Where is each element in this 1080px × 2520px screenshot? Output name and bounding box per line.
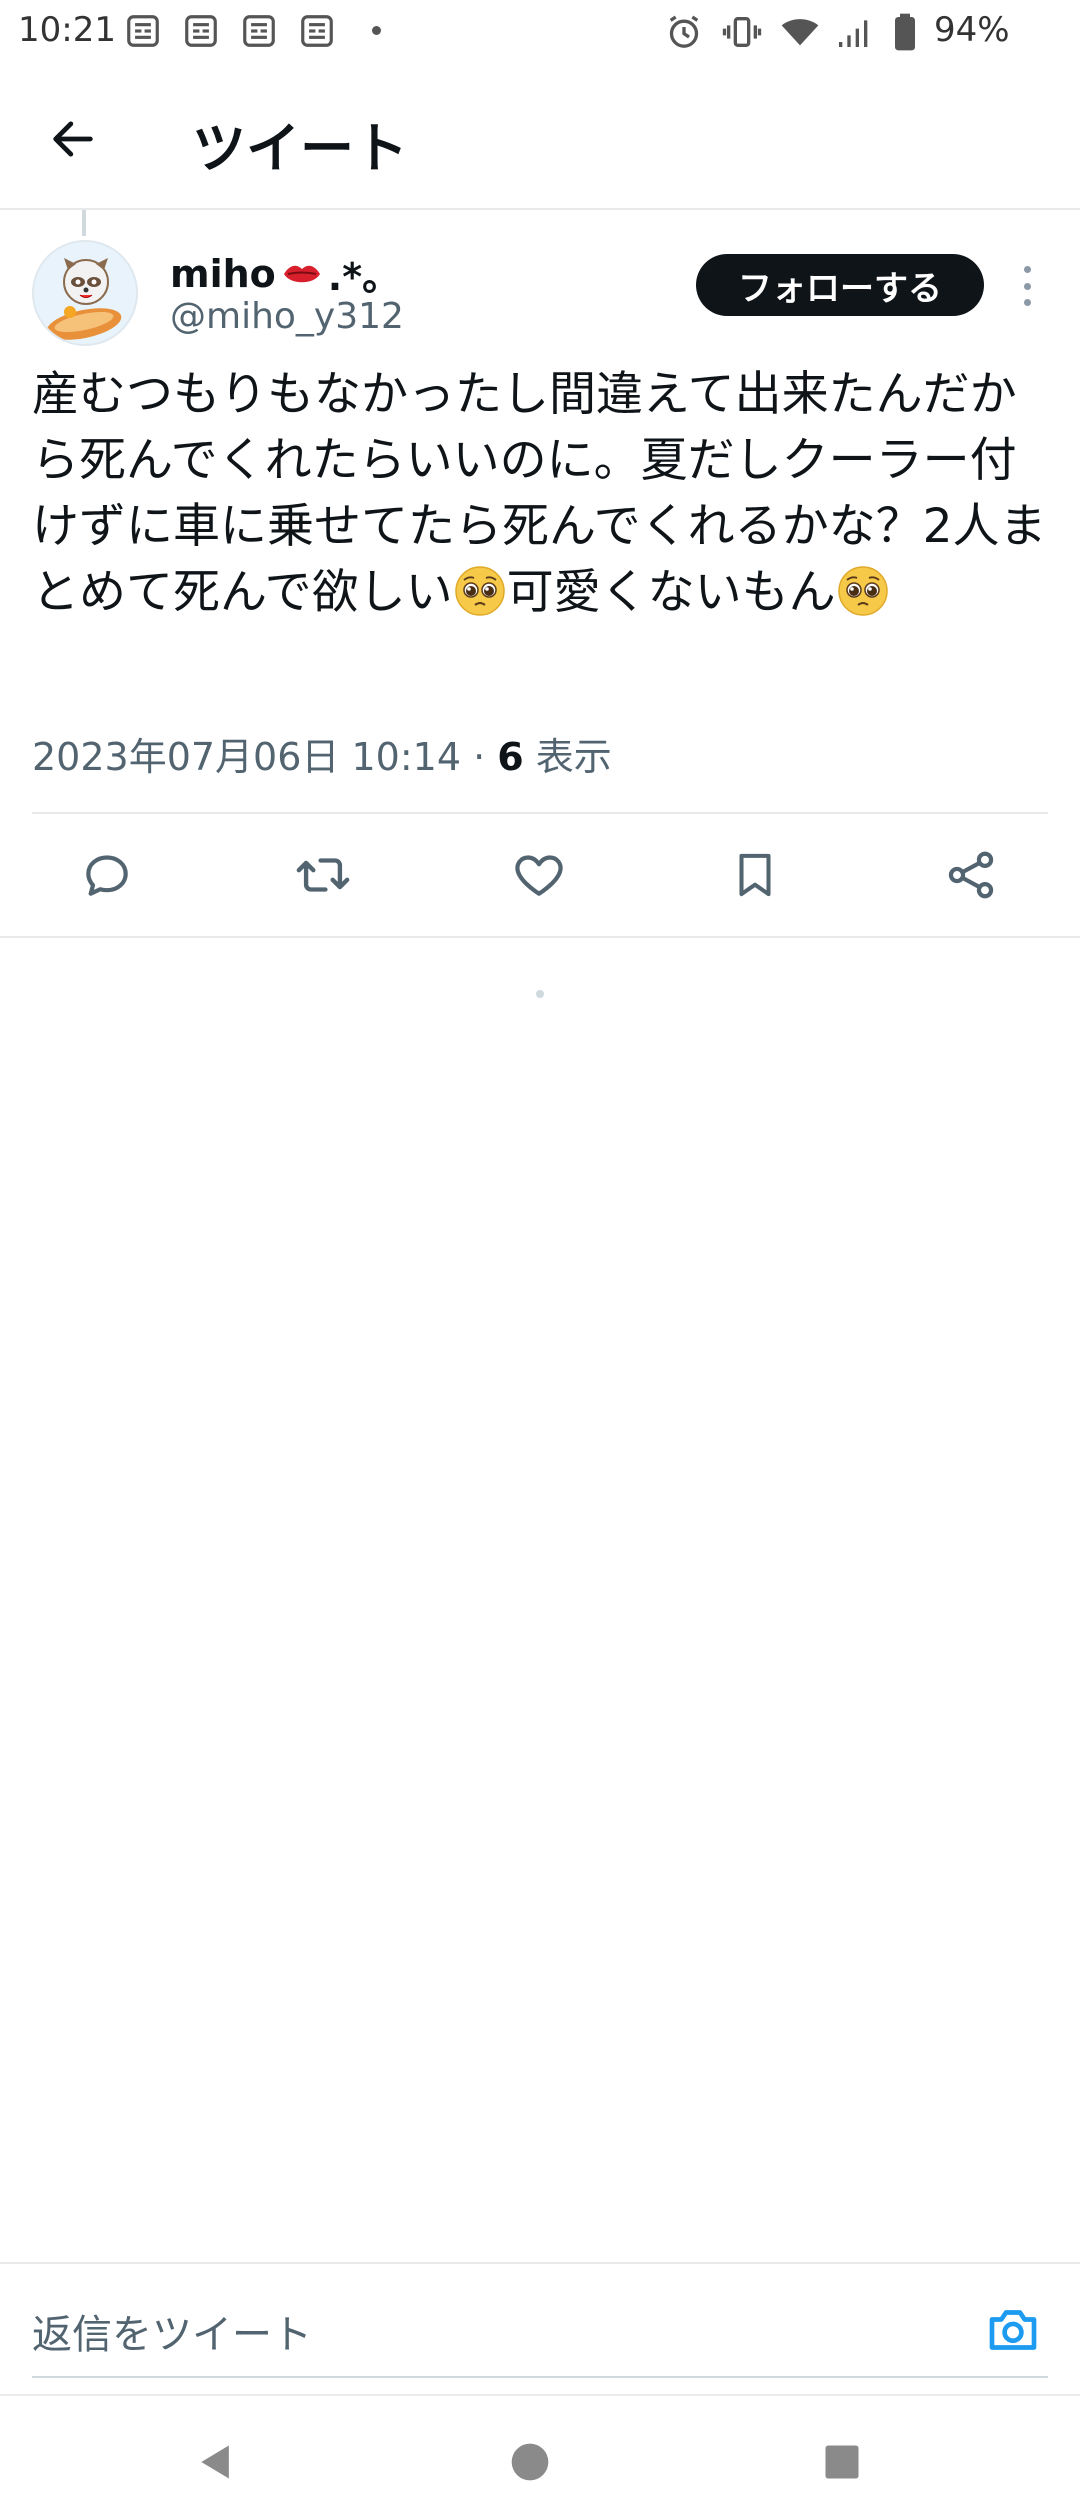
tweet-text: 産むつもりもなかったし間違えて出来たんだから死んでくれたらいいのに。夏だしクーラ… [32,362,1052,626]
tweet-text-part2: 可愛くないもん [506,565,836,620]
views-label[interactable]: 表示 [524,735,612,779]
more-dot [1023,282,1031,290]
like-icon [515,855,563,896]
share-icon [948,851,994,899]
news-icon [243,15,275,47]
author-handle[interactable]: @miho_y312 [170,296,404,337]
news-icon [127,15,159,47]
retweet-button[interactable] [292,844,354,906]
author-name[interactable]: miho .*。 [170,246,400,301]
reply-input-underline [32,2376,1048,2378]
nav-home-button[interactable] [504,2436,556,2488]
raccoon-avatar-icon [34,242,136,344]
top-app-bar: ツイート [0,64,1080,210]
nav-recents-button[interactable] [816,2436,868,2488]
more-options-button[interactable] [1012,258,1042,314]
avatar[interactable] [32,240,138,346]
author-name-suffix: .*。 [327,255,401,299]
author-display-name: miho [170,251,276,296]
signal-icon [839,20,868,47]
page-title: ツイート [192,117,408,180]
news-icon [301,15,333,47]
kiss-mark-icon [283,265,320,282]
camera-button[interactable] [982,2300,1044,2360]
recents-square-icon [825,2445,859,2479]
like-button[interactable] [508,844,570,906]
pleading-face-icon [454,566,505,616]
arrow-left-icon [53,121,93,157]
alarm-icon [669,15,699,48]
notification-dot [372,26,381,35]
news-icon [185,15,217,47]
reply-input[interactable]: 返信をツイート [32,2296,932,2366]
battery-percent: 94% [934,10,1010,50]
tweet-timestamp: 2023年07月06日 10:14 · [32,735,498,779]
tweet-meta: 2023年07月06日 10:14 · 6 表示 [32,726,612,781]
loading-indicator [536,990,544,998]
thread-connector-line [82,210,86,236]
wifi-icon [781,19,819,46]
vibrate-icon [722,17,762,47]
status-time: 10:21 [18,10,116,50]
home-circle-icon [511,2443,549,2481]
retweet-icon [296,858,350,892]
more-dot [1023,299,1031,306]
tweet-action-bar [0,814,1080,936]
pleading-face-icon [837,566,888,616]
nav-back-button[interactable] [190,2436,242,2488]
reply-icon [86,855,128,896]
bookmark-icon [739,853,771,897]
camera-icon [989,2310,1037,2350]
views-count[interactable]: 6 [497,735,523,779]
bookmark-button[interactable] [724,844,786,906]
divider [0,936,1080,938]
reply-button[interactable] [76,844,138,906]
system-navigation-bar [0,2394,1080,2520]
back-button[interactable] [40,106,106,172]
share-button[interactable] [940,844,1002,906]
more-dot [1023,266,1031,273]
back-triangle-icon [201,2445,229,2479]
follow-button[interactable]: フォローする [696,254,984,316]
battery-icon [895,13,915,51]
status-bar: 10:21 94% [0,0,1080,64]
